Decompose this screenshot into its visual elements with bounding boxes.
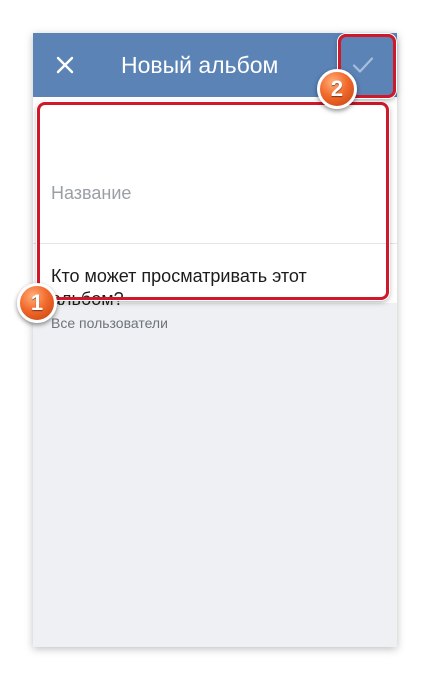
privacy-setting-value: Все пользователи	[51, 315, 168, 331]
privacy-setting-label: Кто может просматривать этот альбом?	[51, 266, 307, 309]
step-badge-1: 1	[17, 283, 57, 323]
album-form-card: Кто может просматривать этот альбом? Все…	[33, 97, 397, 331]
page-title: Новый альбом	[121, 52, 279, 78]
check-icon	[352, 57, 374, 73]
privacy-setting-row[interactable]: Кто может просматривать этот альбом? Все…	[33, 244, 397, 364]
app-screen: Новый альбом Кто может просматривать это…	[33, 33, 397, 647]
album-name-input[interactable]	[51, 183, 381, 204]
close-icon	[56, 56, 74, 74]
step-badge-2: 2	[317, 69, 357, 109]
close-button[interactable]	[45, 45, 85, 85]
